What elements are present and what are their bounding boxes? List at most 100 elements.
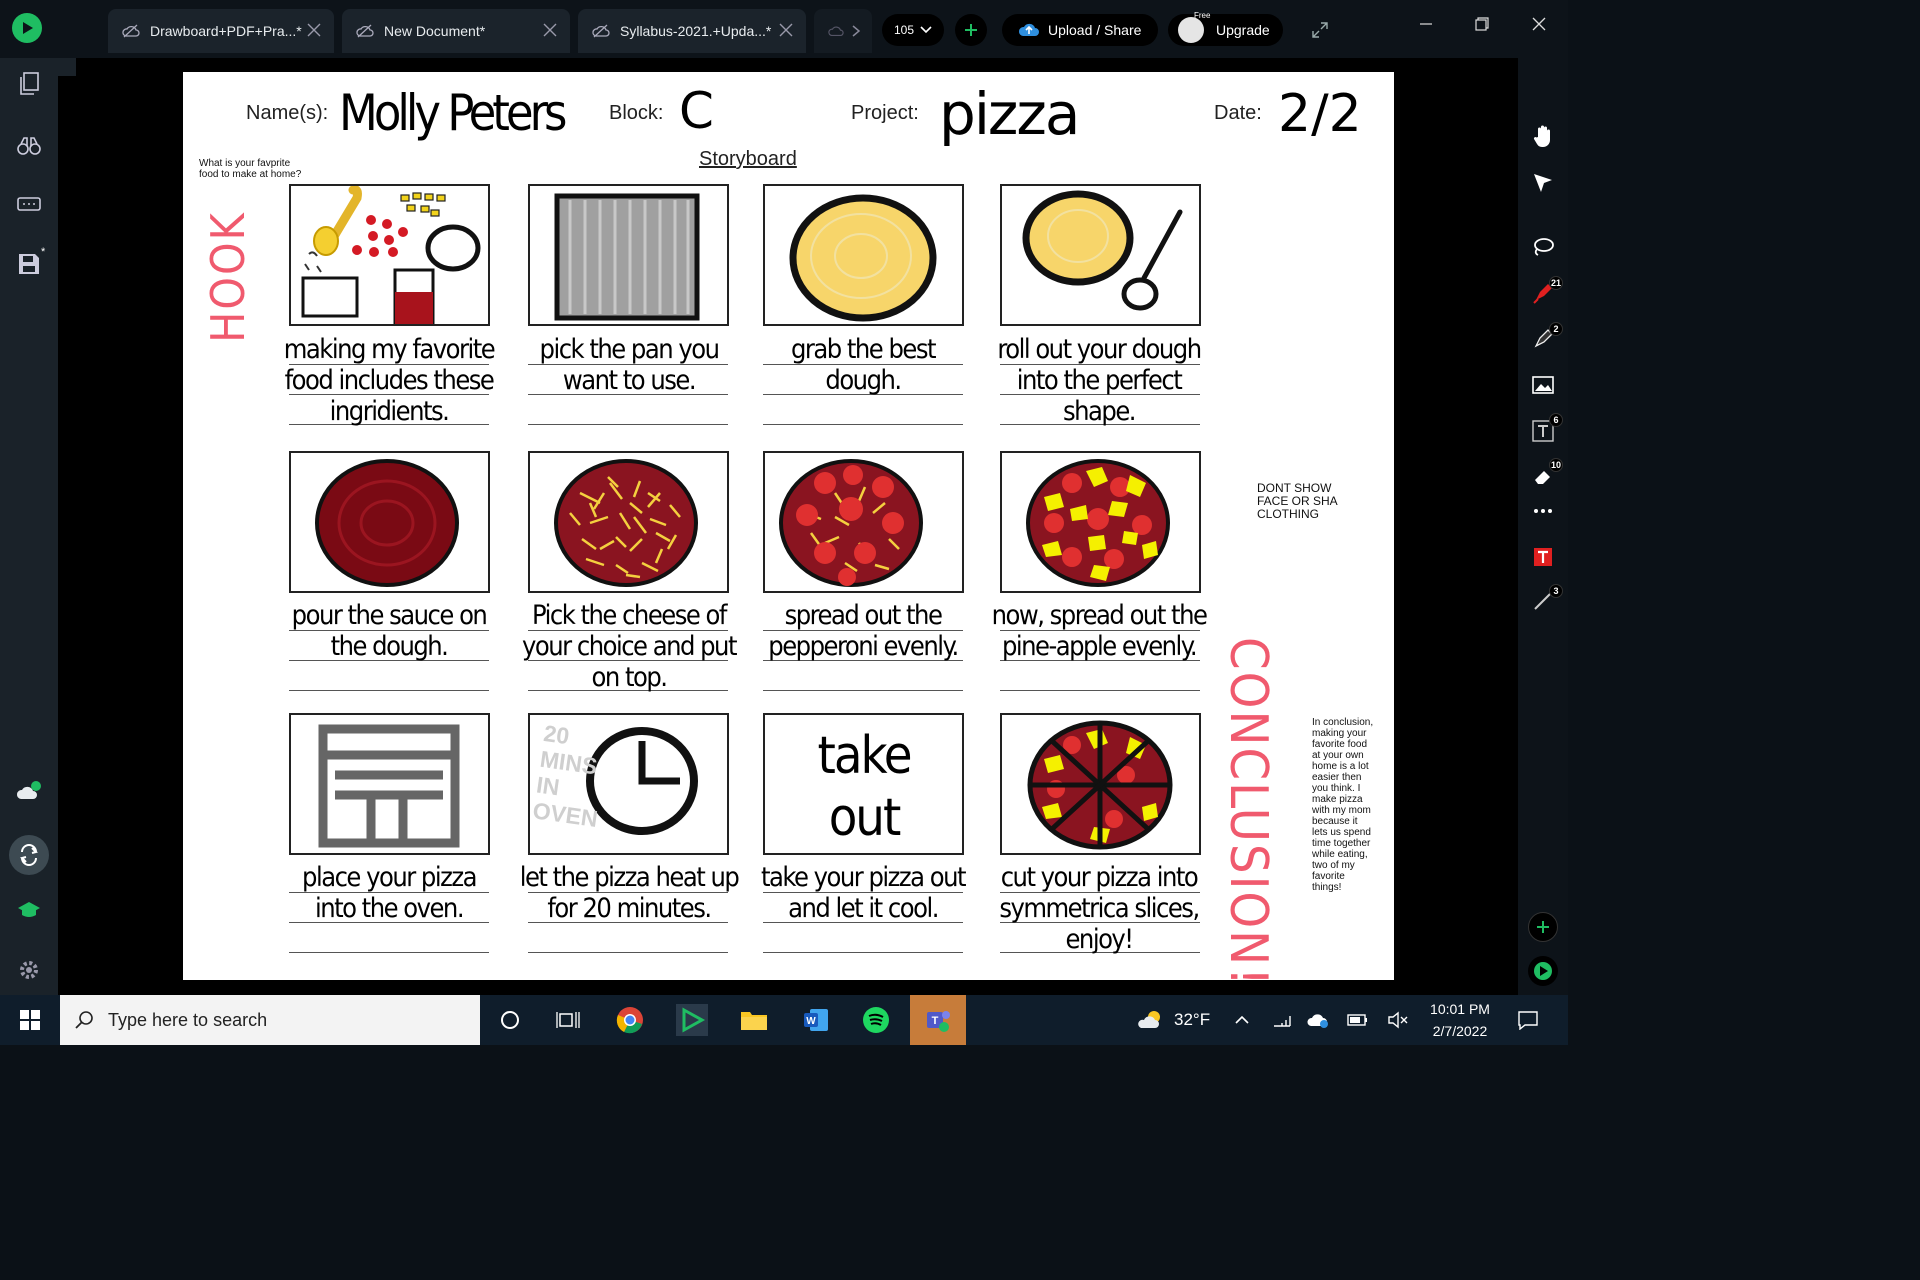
cloud-slash-icon: [592, 24, 610, 38]
pan-drawing: [554, 193, 700, 321]
hand-pan-icon[interactable]: [1530, 124, 1556, 150]
tab-drawboard-pdf[interactable]: Drawboard+PDF+Pra...*: [108, 9, 334, 53]
close-tab-icon[interactable]: [306, 22, 322, 38]
cheese-drawing: [554, 459, 698, 587]
settings-gear-icon[interactable]: [15, 956, 43, 984]
taskbar-search[interactable]: Type here to search: [60, 995, 480, 1045]
image-icon[interactable]: [1530, 372, 1556, 398]
panel-caption: spread out the pepperoni evenly.: [768, 600, 959, 662]
binoculars-icon[interactable]: [15, 132, 43, 160]
panel-cheese[interactable]: [528, 451, 729, 593]
block-value: C: [679, 82, 714, 140]
panel-pepperoni[interactable]: [763, 451, 964, 593]
new-document-button[interactable]: [955, 14, 987, 46]
expand-icon[interactable]: [1306, 16, 1334, 44]
keyboard-icon[interactable]: [15, 190, 43, 218]
panel-pan[interactable]: [528, 184, 729, 326]
chrome-icon[interactable]: [614, 1004, 646, 1036]
panel-oven[interactable]: [289, 713, 490, 855]
select-arrow-icon[interactable]: [1530, 170, 1556, 196]
drawboard-fab-icon[interactable]: [1528, 956, 1558, 986]
graduation-cap-icon[interactable]: [15, 896, 43, 924]
tab-new-document[interactable]: New Document*: [342, 9, 570, 53]
windows-taskbar: Type here to search W T 32°F 10:01 PM 2/…: [0, 995, 1568, 1045]
tab-overflow[interactable]: [814, 9, 872, 53]
spotify-icon[interactable]: [860, 1004, 892, 1036]
document-canvas[interactable]: Name(s): Molly Peters Block: C Project: …: [58, 58, 1518, 995]
wifi-icon[interactable]: [1266, 1004, 1298, 1036]
clock-time[interactable]: 10:01 PM: [1422, 1001, 1498, 1017]
zoom-dropdown[interactable]: 105: [882, 14, 944, 46]
close-tab-icon[interactable]: [778, 22, 794, 38]
svg-text:T: T: [932, 1015, 939, 1027]
drawboard-logo[interactable]: [12, 13, 42, 43]
cortana-icon[interactable]: [494, 1004, 526, 1036]
chevron-up-icon[interactable]: [1226, 1004, 1258, 1036]
red-text-icon[interactable]: [1530, 544, 1556, 570]
panel-sauce[interactable]: [289, 451, 490, 593]
panel-ingredients[interactable]: [289, 184, 490, 326]
panel-take-out[interactable]: take out: [763, 713, 964, 855]
weather-icon[interactable]: [1134, 1004, 1166, 1036]
file-explorer-icon[interactable]: [738, 1004, 770, 1036]
notification-icon[interactable]: [1512, 1004, 1544, 1036]
panel-caption: making my favorite food includes these i…: [283, 334, 496, 427]
teams-icon[interactable]: T: [910, 995, 966, 1045]
pineapple-drawing: [1026, 459, 1170, 587]
add-page-icon[interactable]: [1528, 912, 1558, 942]
restore-icon[interactable]: [1468, 10, 1496, 38]
battery-icon[interactable]: [1342, 1004, 1374, 1036]
free-tag: Free: [1194, 11, 1211, 20]
panel-timer[interactable]: 20 MINS IN OVEN: [528, 713, 729, 855]
save-icon[interactable]: *: [15, 246, 45, 278]
word-icon[interactable]: W: [800, 1004, 832, 1036]
hook-label: HOOK: [201, 211, 255, 343]
cut-pizza-drawing: [1027, 720, 1173, 850]
chevron-right-icon[interactable]: [850, 24, 862, 38]
zoom-value: 105: [893, 23, 915, 37]
project-label: Project:: [851, 102, 919, 124]
left-sidebar: *: [0, 58, 58, 995]
close-window-icon[interactable]: [1525, 10, 1553, 38]
chevron-down-icon: [920, 26, 932, 34]
oven-drawing: [318, 724, 460, 848]
upgrade-button[interactable]: Free Upgrade: [1168, 11, 1283, 46]
panel-pineapple[interactable]: [1000, 451, 1201, 593]
panel-caption: place your pizza into the oven.: [302, 862, 477, 924]
eraser-count-badge: 10: [1549, 458, 1563, 472]
tab-label: Syllabus-2021.+Upda...*: [620, 23, 772, 39]
panel-roll-dough[interactable]: [1000, 184, 1201, 326]
conclusion-text: In conclusion, making your favorite food…: [1312, 717, 1374, 893]
drawboard-app: Drawboard+PDF+Pra...* New Document* Syll…: [0, 0, 1568, 1045]
panel-caption: now, spread out the pine-apple evenly.: [991, 600, 1208, 662]
lasso-icon[interactable]: [1530, 234, 1556, 260]
upload-share-button[interactable]: Upload / Share: [1002, 14, 1158, 46]
task-view-icon[interactable]: [552, 1004, 584, 1036]
dough-drawing: [789, 194, 937, 322]
right-toolbar: 21 2 6 10 3: [1518, 58, 1568, 995]
more-options-icon[interactable]: [1530, 498, 1556, 524]
panel-cut[interactable]: [1000, 713, 1201, 855]
sauce-drawing: [315, 459, 459, 587]
integrations-icon[interactable]: [9, 835, 49, 875]
cloud-slash-icon: [356, 24, 374, 38]
date-value: 2/2: [1278, 84, 1362, 144]
windows-start-icon[interactable]: [14, 1004, 46, 1036]
panel-caption: roll out your dough into the perfect sha…: [997, 334, 1202, 427]
cloud-slash-icon: [122, 24, 140, 38]
storyboard-page[interactable]: Name(s): Molly Peters Block: C Project: …: [183, 72, 1394, 988]
clock-date[interactable]: 2/7/2022: [1422, 1023, 1498, 1039]
svg-text:W: W: [806, 1016, 816, 1027]
onedrive-icon[interactable]: [1302, 1004, 1334, 1036]
close-tab-icon[interactable]: [542, 22, 558, 38]
tab-syllabus[interactable]: Syllabus-2021.+Upda...*: [578, 9, 806, 53]
name-value: Molly Peters: [339, 84, 567, 142]
volume-muted-icon[interactable]: [1382, 1004, 1414, 1036]
cloud-sync-icon[interactable]: [15, 778, 43, 806]
panel-caption: Pick the cheese of your choice and put o…: [522, 600, 737, 693]
plus-icon: [965, 24, 977, 36]
panel-dough[interactable]: [763, 184, 964, 326]
minimize-icon[interactable]: [1412, 10, 1440, 38]
pages-icon[interactable]: [15, 70, 43, 98]
drawboard-taskbar-icon[interactable]: [676, 1004, 708, 1036]
